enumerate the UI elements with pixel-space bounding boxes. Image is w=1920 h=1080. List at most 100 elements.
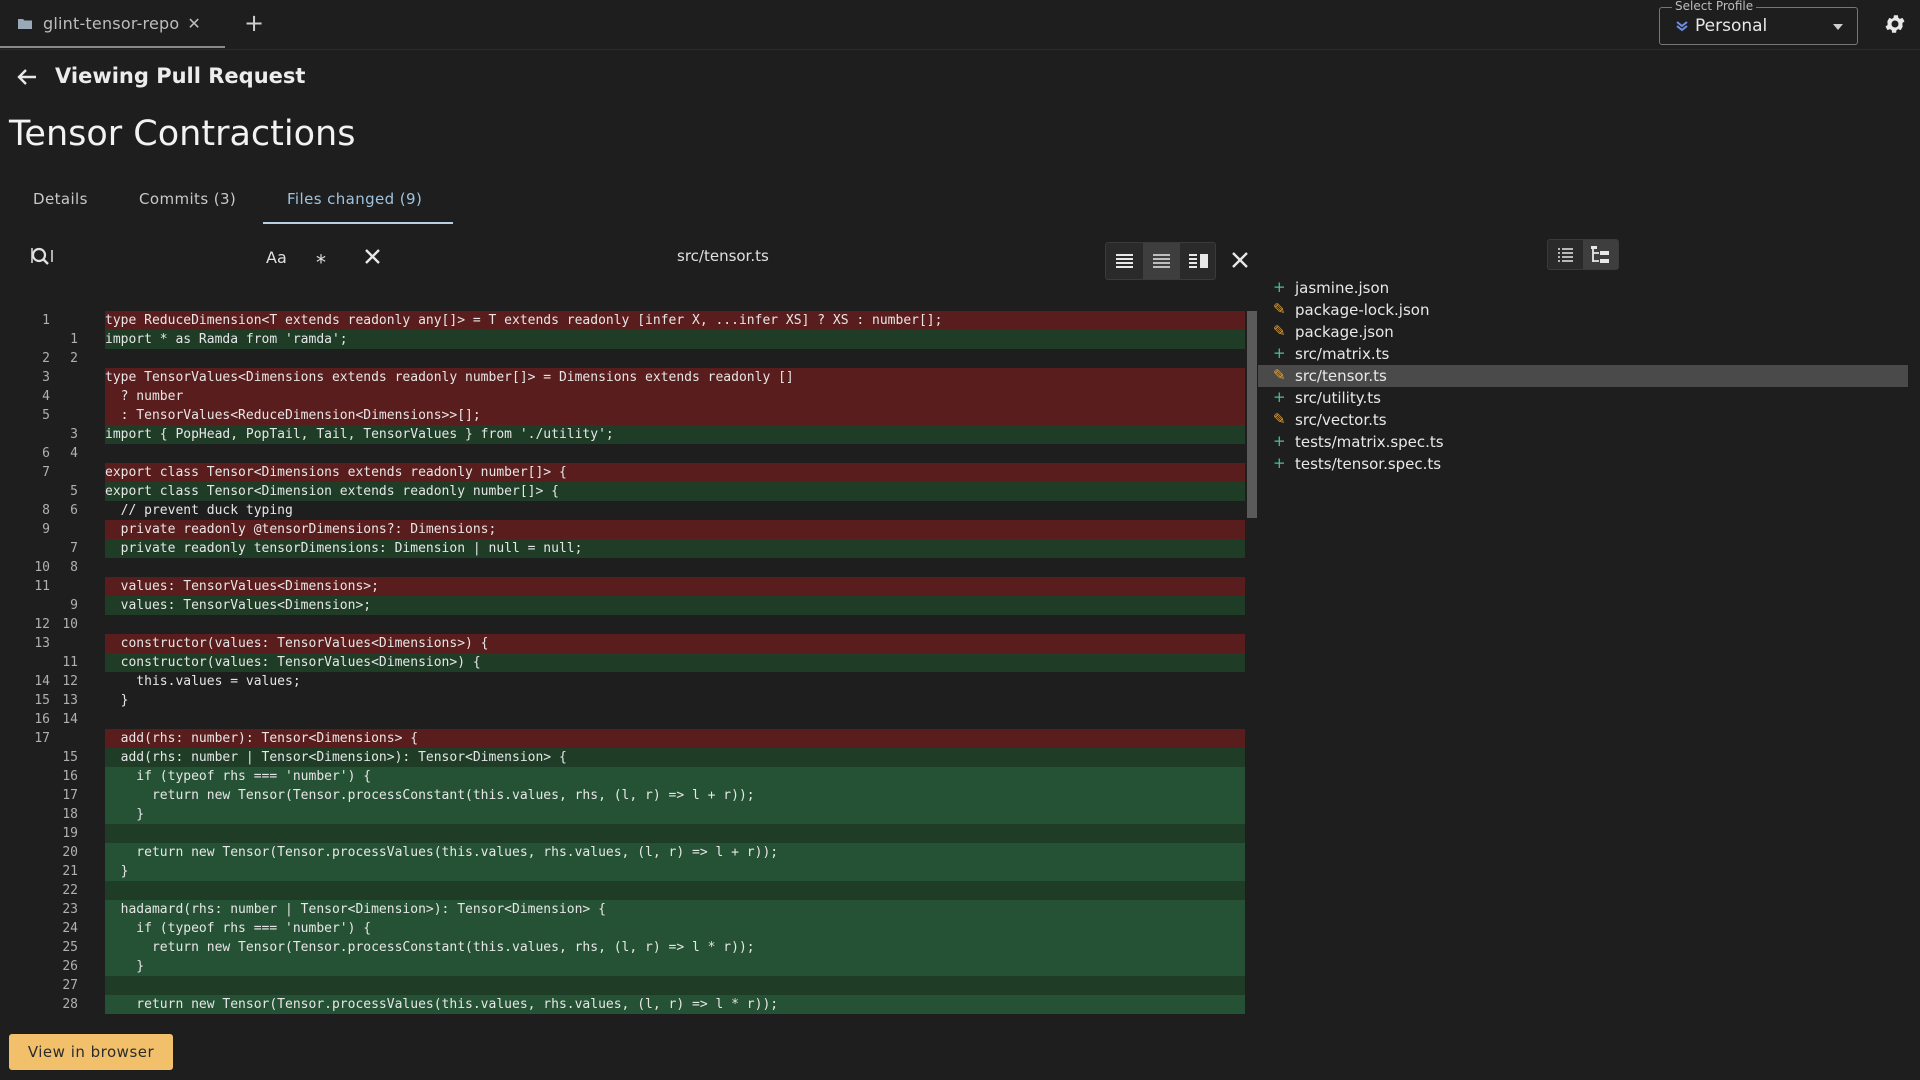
new-line-number: 22: [62, 883, 78, 898]
regex-icon[interactable]: ⁎: [316, 244, 326, 268]
new-line-number: 26: [62, 959, 78, 974]
diff-line: 9 values: TensorValues<Dimension>;: [25, 596, 1245, 615]
file-item[interactable]: ✎ src/tensor.ts: [1258, 365, 1908, 387]
diff-code: [105, 881, 1245, 900]
diff-line: 18 }: [25, 805, 1245, 824]
old-line-number: 2: [42, 351, 50, 366]
view-inline-button[interactable]: [1143, 243, 1180, 279]
profile-select-label: Select Profile: [1672, 0, 1757, 13]
page-subtitle: Viewing Pull Request: [55, 64, 306, 88]
diff-code: [105, 976, 1245, 995]
old-line-number: 5: [42, 408, 50, 423]
file-name: package-lock.json: [1295, 301, 1430, 319]
folder-icon: [18, 18, 32, 29]
old-line-number: 13: [34, 636, 50, 651]
diff-line: 10 8: [25, 558, 1245, 577]
diff-line: 5 : TensorValues<ReduceDimension<Dimensi…: [25, 406, 1245, 425]
file-item[interactable]: ✎ package.json: [1258, 321, 1908, 343]
file-item[interactable]: + tests/matrix.spec.ts: [1258, 431, 1908, 453]
old-line-number: 14: [34, 674, 50, 689]
diff-line: 20 return new Tensor(Tensor.processValue…: [25, 843, 1245, 862]
new-line-number: 2: [70, 351, 78, 366]
new-line-number: 11: [62, 655, 78, 670]
diff-line: 24 if (typeof rhs === 'number') {: [25, 919, 1245, 938]
diff-line: 5 export class Tensor<Dimension extends r…: [25, 482, 1245, 501]
diff-code: add(rhs: number | Tensor<Dimension>): Te…: [105, 748, 1245, 767]
current-file-name: src/tensor.ts: [677, 247, 769, 265]
new-line-number: 6: [70, 503, 78, 518]
pencil-icon: ✎: [1273, 300, 1286, 318]
new-line-number: 24: [62, 921, 78, 936]
old-line-number: 17: [34, 731, 50, 746]
diff-code: return new Tensor(Tensor.processConstant…: [105, 938, 1245, 957]
diff-code: if (typeof rhs === 'number') {: [105, 919, 1245, 938]
view-in-browser-button[interactable]: View in browser: [9, 1034, 173, 1070]
back-arrow-icon[interactable]: [16, 66, 38, 88]
close-diff-icon[interactable]: [1230, 250, 1250, 270]
new-line-number: 13: [62, 693, 78, 708]
diff-code: [105, 558, 1245, 577]
added-icon: +: [1273, 388, 1286, 406]
tab-details[interactable]: Details: [33, 190, 88, 208]
old-line-number: 4: [42, 389, 50, 404]
diff-code: [105, 710, 1245, 729]
list-view-button[interactable]: [1548, 240, 1583, 269]
diff-line: 15 add(rhs: number | Tensor<Dimension>):…: [25, 748, 1245, 767]
tab-commits[interactable]: Commits (3): [139, 190, 236, 208]
old-line-number: 8: [42, 503, 50, 518]
gear-icon[interactable]: [1883, 12, 1907, 36]
diff-code: values: TensorValues<Dimension>;: [105, 596, 1245, 615]
profile-select[interactable]: Select Profile Personal: [1659, 0, 1858, 45]
old-line-number: 12: [34, 617, 50, 632]
repo-tab[interactable]: glint-tensor-repo ✕: [0, 0, 225, 48]
profile-select-value: Personal: [1695, 16, 1768, 36]
diff-line: 3 import { PopHead, PopTail, Tail, Tensor…: [25, 425, 1245, 444]
file-item[interactable]: ✎ package-lock.json: [1258, 299, 1908, 321]
tree-view-button[interactable]: [1583, 240, 1618, 269]
new-line-number: 4: [70, 446, 78, 461]
view-split-button[interactable]: [1180, 243, 1217, 279]
diff-code: this.values = values;: [105, 674, 301, 689]
diff-code: [105, 824, 1245, 843]
diff-line: 22: [25, 349, 1245, 368]
diff-code: import { PopHead, PopTail, Tail, TensorV…: [105, 425, 1245, 444]
file-name: tests/tensor.spec.ts: [1295, 455, 1442, 473]
tab-files-changed[interactable]: Files changed (9): [287, 190, 422, 208]
new-line-number: 23: [62, 902, 78, 917]
search-icon[interactable]: [30, 246, 56, 266]
diff-code: ? number: [105, 387, 1245, 406]
old-line-number: 9: [42, 522, 50, 537]
file-item[interactable]: + jasmine.json: [1258, 277, 1908, 299]
old-line-number: 10: [34, 560, 50, 575]
diff-code: type TensorValues<Dimensions extends rea…: [105, 368, 1245, 387]
new-line-number: 25: [62, 940, 78, 955]
new-line-number: 17: [62, 788, 78, 803]
old-line-number: 6: [42, 446, 50, 461]
match-case-button[interactable]: Aa: [266, 248, 287, 267]
old-line-number: 7: [42, 465, 50, 480]
repo-tab-label: glint-tensor-repo: [43, 13, 180, 33]
diff-code: values: TensorValues<Dimensions>;: [105, 577, 1245, 596]
new-line-number: 27: [62, 978, 78, 993]
new-line-number: 19: [62, 826, 78, 841]
added-icon: +: [1273, 278, 1286, 296]
file-item[interactable]: + src/utility.ts: [1258, 387, 1908, 409]
old-line-number: 16: [34, 712, 50, 727]
view-unified-button[interactable]: [1106, 243, 1143, 279]
diff-line: 1 import * as Ramda from 'ramda';: [25, 330, 1245, 349]
new-tab-button[interactable]: +: [244, 9, 264, 37]
file-name: src/tensor.ts: [1295, 367, 1387, 385]
diff-line: 22: [25, 881, 1245, 900]
file-name: tests/matrix.spec.ts: [1295, 433, 1444, 451]
diff-code: import * as Ramda from 'ramda';: [105, 330, 1245, 349]
close-tab-icon[interactable]: ✕: [187, 14, 200, 33]
file-item[interactable]: ✎ src/vector.ts: [1258, 409, 1908, 431]
file-item[interactable]: + src/matrix.ts: [1258, 343, 1908, 365]
clear-search-icon[interactable]: [364, 248, 381, 265]
diff-code: }: [105, 862, 1245, 881]
new-line-number: 20: [62, 845, 78, 860]
diff-code: hadamard(rhs: number | Tensor<Dimension>…: [105, 900, 1245, 919]
file-item[interactable]: + tests/tensor.spec.ts: [1258, 453, 1908, 475]
diff-scrollbar[interactable]: [1247, 311, 1257, 518]
diff-line: 11 values: TensorValues<Dimensions>;: [25, 577, 1245, 596]
